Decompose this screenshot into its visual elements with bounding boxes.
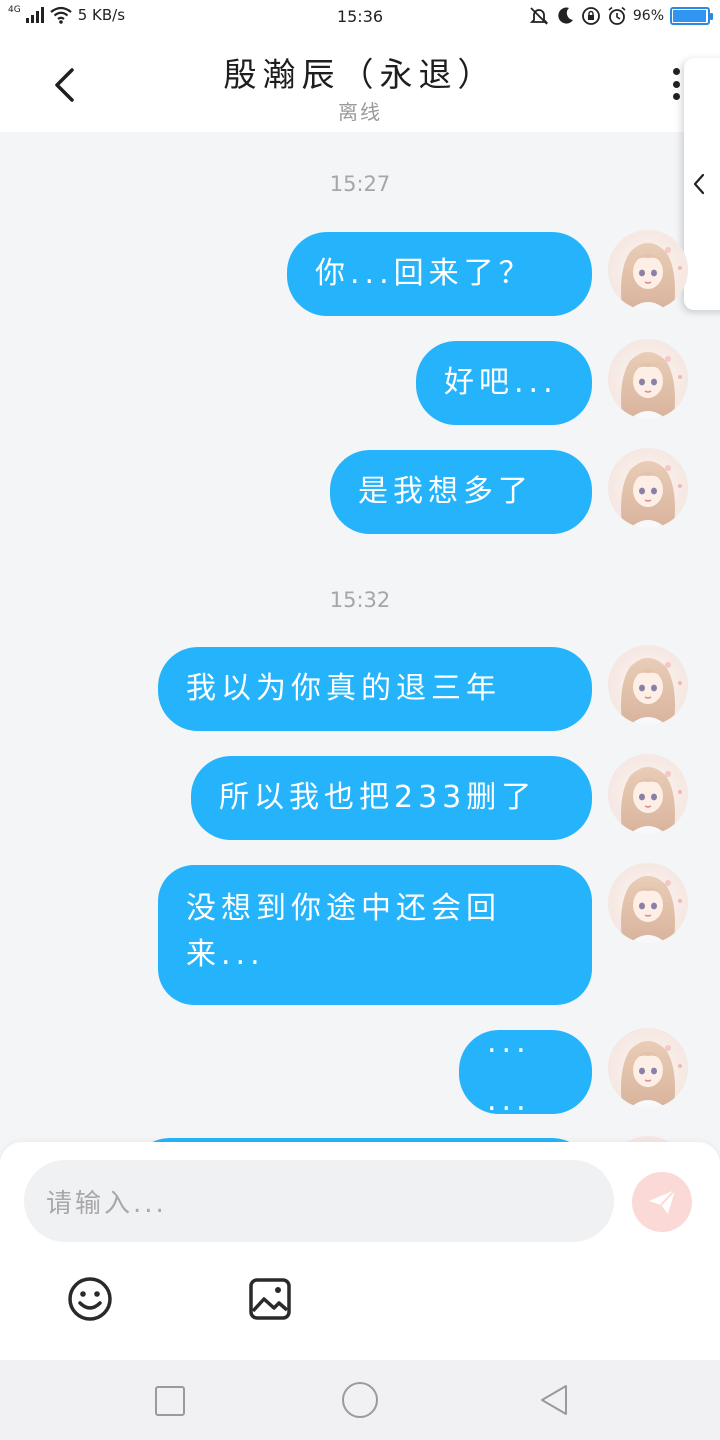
rotation-lock-icon	[581, 7, 600, 25]
avatar[interactable]	[608, 754, 688, 834]
more-vertical-icon	[672, 93, 680, 100]
message-bubble[interactable]: 所以我也把233删了	[191, 756, 592, 840]
message-text-line: 来...	[186, 937, 265, 972]
contact-name: 殷瀚辰（永退）	[223, 55, 497, 94]
triangle-back-icon	[541, 1385, 567, 1415]
message-bubble[interactable]: 你...回来了？	[287, 232, 592, 316]
avatar[interactable]	[608, 645, 688, 725]
avatar[interactable]	[608, 339, 688, 419]
battery-fill	[673, 10, 706, 22]
status-right: 96%	[529, 6, 713, 26]
system-back-button[interactable]	[536, 1382, 572, 1418]
chat-header: 殷瀚辰（永退） 离线	[0, 34, 720, 132]
avatar[interactable]	[608, 1028, 688, 1108]
contact-status: 离线	[338, 100, 382, 124]
message-bubble[interactable]: 好吧...	[416, 341, 592, 425]
send-button[interactable]	[632, 1172, 692, 1232]
message-bubble[interactable]: 我以为你真的退三年	[158, 647, 592, 731]
more-vertical-icon	[672, 68, 680, 75]
message-text-line: 没想到你途中还会回	[186, 891, 501, 926]
emoji-button[interactable]	[66, 1275, 114, 1323]
message-bubble[interactable]: 没想到你途中还会回 来...	[158, 865, 592, 1005]
message-bubble[interactable]: 是我想多了	[330, 450, 592, 534]
avatar[interactable]	[608, 230, 688, 310]
message-input[interactable]: 请输入...	[24, 1160, 614, 1242]
status-bar: 4G 5 KB/s 15:36 96%	[0, 0, 720, 34]
battery-icon	[670, 7, 713, 25]
avatar[interactable]	[608, 448, 688, 528]
message-text: ... ...	[487, 1025, 531, 1118]
message-text: 你...回来了？	[315, 256, 534, 291]
input-placeholder: 请输入...	[46, 1188, 167, 1219]
image-icon	[249, 1278, 291, 1320]
smiley-icon	[68, 1277, 112, 1321]
message-text: 好吧...	[444, 365, 558, 400]
battery-percent: 96%	[632, 8, 664, 24]
system-nav-bar	[0, 1360, 720, 1440]
moon-icon	[558, 7, 573, 24]
message-timestamp: 15:27	[329, 172, 391, 196]
message-text: 我以为你真的退三年	[186, 671, 501, 706]
message-bubble[interactable]: ... ...	[459, 1025, 592, 1118]
message-text: 所以我也把233删了	[219, 780, 537, 815]
composer-panel: 请输入...	[0, 1142, 720, 1360]
image-button[interactable]	[246, 1275, 294, 1323]
alarm-icon	[608, 6, 626, 25]
paper-plane-icon	[649, 1189, 676, 1214]
bell-off-icon	[529, 7, 549, 25]
recent-apps-button[interactable]	[155, 1386, 185, 1416]
more-vertical-icon	[672, 80, 680, 88]
avatar[interactable]	[608, 863, 688, 943]
message-text: 是我想多了	[358, 474, 533, 509]
home-button[interactable]	[342, 1382, 378, 1418]
message-timestamp: 15:32	[329, 588, 391, 612]
